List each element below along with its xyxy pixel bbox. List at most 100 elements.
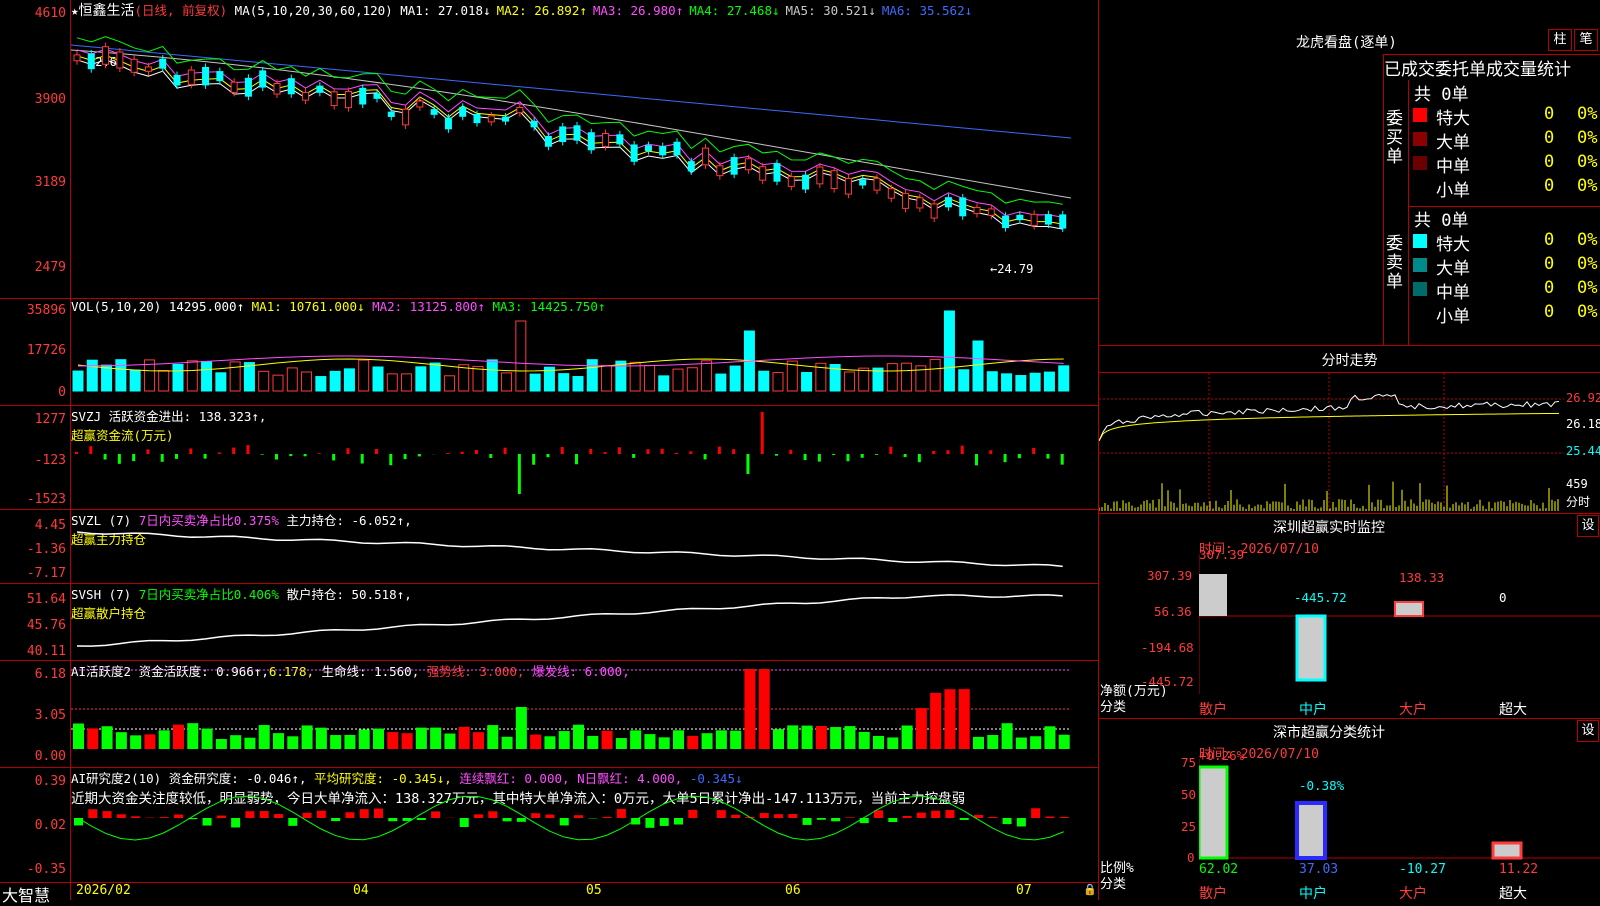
activity-bar (744, 669, 755, 749)
flow-bar (218, 452, 221, 454)
candle-body (74, 55, 80, 61)
buy-row-p: 0% (1577, 176, 1597, 196)
cls-bar-retail (1199, 767, 1227, 858)
sell-row-v: 0 (1544, 254, 1554, 274)
candle-body (88, 54, 94, 69)
ai-activity-panel[interactable]: 6.18 3.05 0.00 AI活跃度2 资金活跃度: 0.966↑,6.17… (0, 660, 1098, 768)
mon-bar-retail (1199, 574, 1227, 616)
ai2-tick: 0.02 (35, 818, 66, 833)
activity-bar (373, 729, 384, 749)
sell-swatch (1413, 258, 1427, 272)
activity-bar (702, 733, 713, 749)
buy-label: 委买单 (1386, 110, 1406, 167)
research-bar (1045, 817, 1054, 818)
tab-volume-stats[interactable]: 成交量统计 (1486, 60, 1571, 80)
svzl-panel[interactable]: 4.45 -1.36 -7.17 SVZL (7) 7日内买卖净占比0.375%… (0, 509, 1098, 584)
candle-body (845, 179, 851, 195)
tab-filled[interactable]: 已成交 (1384, 60, 1435, 80)
activity-bar (230, 735, 241, 749)
svsh-panel[interactable]: 51.64 45.76 40.11 SVSH (7) 7日内买卖净占比0.406… (0, 583, 1098, 661)
realtime-monitor-panel[interactable]: 深圳超赢实时监控 设 时间: 2026/07/10 307.39 56.36 -… (1099, 513, 1600, 719)
activity-bar (487, 725, 498, 749)
candle-body (831, 171, 837, 189)
bar-view-button[interactable]: 柱 (1548, 29, 1572, 51)
volume-bar (259, 371, 269, 391)
candle-body (531, 121, 537, 127)
candle-body (388, 112, 394, 116)
candle-body (603, 133, 609, 146)
flow-bar (889, 447, 892, 454)
flow-bar (318, 453, 321, 454)
activity-bar (844, 726, 855, 749)
candlestick-chart[interactable] (71, 0, 1098, 298)
ma-line (77, 55, 1063, 224)
volume-panel[interactable]: 35896 17726 0 VOL(5,10,20) 14295.000↑ MA… (0, 298, 1098, 406)
svzj-tick: -1523 (27, 492, 66, 507)
tab-orders[interactable]: 委托单 (1435, 60, 1486, 80)
price-panel[interactable]: 4610 3900 3189 2479 ★恒鑫生活(日线, 前复权) MA(5,… (0, 0, 1098, 298)
price-tick: 3189 (35, 175, 66, 190)
classification-panel[interactable]: 深市超赢分类统计 设 时间: 2026/07/10 75 50 25 0 比例%… (1099, 718, 1600, 901)
tick-view-button[interactable]: 笔 (1574, 29, 1598, 51)
activity-bar (930, 693, 941, 749)
cls-bar-super (1493, 843, 1521, 858)
volume-bar (302, 372, 312, 391)
fs-tick: 26.18 (1566, 417, 1600, 431)
activity-bar (687, 736, 698, 749)
ai-research-panel[interactable]: 0.39 0.02 -0.35 AI研究度2(10) 资金研究度: -0.046… (0, 767, 1098, 883)
activity-bar (630, 730, 641, 749)
svzl-tick: -7.17 (27, 566, 66, 581)
lock-icon[interactable]: 🔒 (1083, 883, 1097, 896)
flow-bar (532, 454, 535, 465)
price-tick: 4610 (35, 6, 66, 21)
activity-bar (859, 732, 870, 749)
svsh-line (77, 595, 1063, 646)
activity-bar (659, 737, 670, 749)
flow-bar (989, 450, 992, 454)
date-label: 06 (785, 883, 801, 898)
date-label: 07 (1016, 883, 1032, 898)
volume-bar (759, 371, 769, 391)
volume-bar (1030, 373, 1040, 391)
sell-row-v: 0 (1544, 230, 1554, 250)
candle-body (174, 75, 180, 85)
fs-tick: 25.44 (1566, 444, 1600, 458)
intraday-panel[interactable]: 分时走势 26.92 26.18 25.44 459 分时 (1099, 345, 1600, 514)
activity-bar (173, 725, 184, 749)
activity-bar (473, 732, 484, 749)
research-bar (860, 818, 869, 823)
monitor-value: 138.33 (1399, 570, 1444, 585)
volume-bar (1044, 372, 1054, 391)
research-bar (645, 818, 654, 828)
candle-body (760, 167, 766, 180)
classification-settings-button[interactable]: 设 (1577, 720, 1599, 742)
flow-bar (232, 448, 235, 454)
flow-bar (1061, 454, 1064, 465)
ma-line (77, 60, 1063, 229)
monitor-settings-button[interactable]: 设 (1577, 515, 1599, 537)
ai2-tick: -0.35 (27, 862, 66, 877)
cls-value: 62.02 (1199, 862, 1238, 877)
buy-swatch (1413, 132, 1427, 146)
buy-row-v: 0 (1544, 152, 1554, 172)
research-bar (945, 810, 954, 818)
classification-title: 深市超赢分类统计 (1099, 722, 1559, 742)
research-bar (988, 817, 997, 818)
lhb-table: 委买单 委卖单 共 0单 共 0单 特大00%大单00%中单00%小单00%特大… (1383, 80, 1600, 345)
buy-row-name: 大单 (1436, 128, 1470, 153)
ai1-axis: 6.18 3.05 0.00 (0, 661, 70, 768)
candle-body (445, 118, 451, 129)
svzj-panel[interactable]: 1277 -123 -1523 SVZJ 活跃资金进出: 138.323↑, 超… (0, 405, 1098, 510)
volume-bar (316, 377, 326, 391)
research-bar (331, 818, 340, 821)
flow-bar (189, 448, 192, 454)
activity-bar (444, 734, 455, 749)
flow-bar (832, 454, 835, 455)
research-bar (231, 818, 240, 827)
flow-bar (604, 452, 607, 454)
candle-body (960, 198, 966, 216)
svzj-chart (71, 406, 1098, 510)
svzl-tick: -1.36 (27, 542, 66, 557)
candle-body (217, 72, 223, 81)
candle-body (231, 82, 237, 92)
